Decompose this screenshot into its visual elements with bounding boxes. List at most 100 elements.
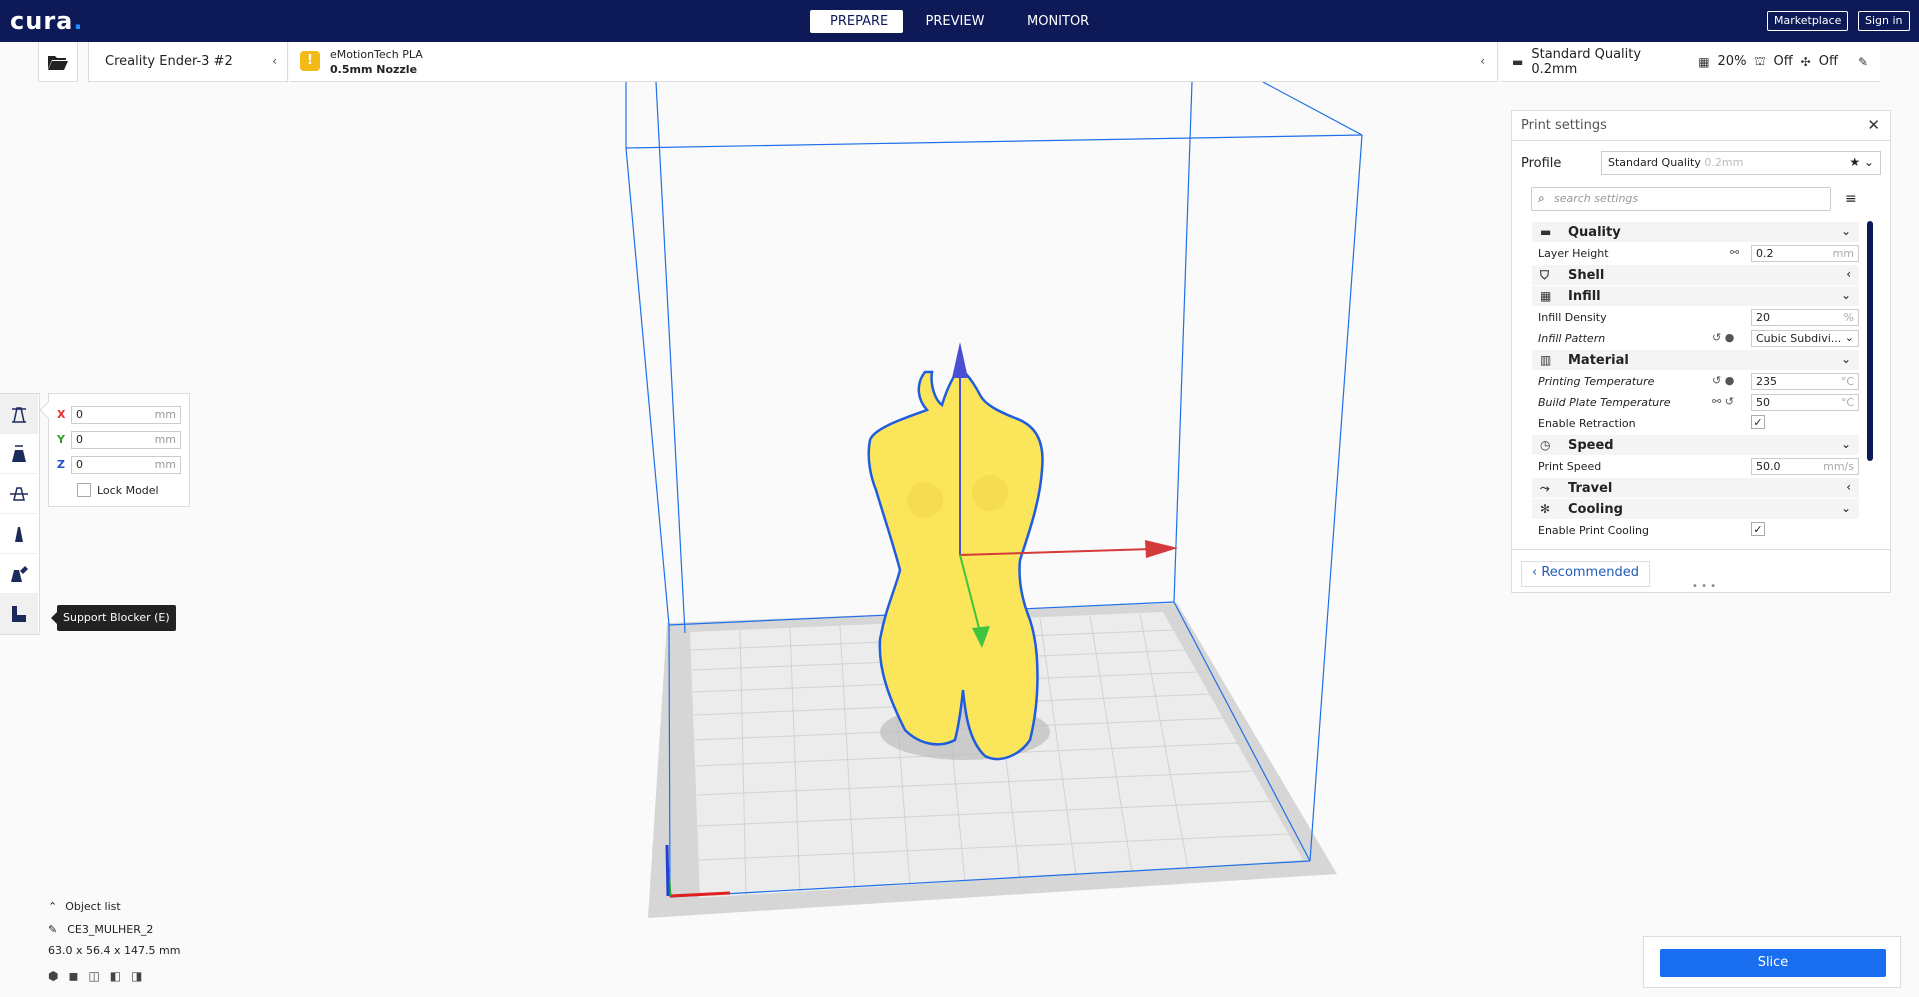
setting-enable-retraction: Enable Retraction ✓ — [1532, 413, 1859, 434]
resize-grip-icon[interactable]: • • • — [1692, 581, 1716, 592]
view-right-icon[interactable]: ◨ — [131, 969, 142, 983]
object-list: ⌃ Object list ✎ CE3_MULHER_2 63.0 x 56.4… — [48, 900, 180, 983]
mirror-tool-button[interactable] — [0, 514, 38, 554]
origin-z-axis — [665, 844, 670, 897]
infill-density-input[interactable]: 20% — [1751, 309, 1859, 326]
reset-info-icon[interactable]: ↺ ● — [1712, 374, 1734, 387]
settings-menu-icon[interactable]: ≡ — [1845, 191, 1857, 207]
material-selector[interactable]: ! eMotionTech PLA 0.5mm Nozzle ‹ — [290, 42, 1498, 82]
stage-tabs: PREPARE PREVIEW MONITOR — [810, 10, 1107, 33]
chevron-down-icon: ⌄ — [1840, 501, 1851, 515]
material-icon: ▥ — [1540, 353, 1552, 367]
setting-build-plate-temperature: Build Plate Temperature ⚯ ↺ 50 °C — [1532, 392, 1859, 413]
setting-infill-pattern: Infill Pattern ↺ ● Cubic Subdivi... ⌄ — [1532, 328, 1859, 349]
object-list-toggle[interactable]: ⌃ Object list — [48, 900, 180, 913]
torso-shading — [972, 475, 1008, 511]
x-input[interactable]: 0 mm — [71, 405, 181, 424]
view-left-icon[interactable]: ◧ — [110, 969, 121, 983]
print-settings-summary[interactable]: ▬ Standard Quality 0.2mm ▦ 20% ⛫ Off ✣ O… — [1500, 42, 1880, 82]
open-file-button[interactable] — [38, 42, 78, 82]
chevron-left-icon: ‹ — [272, 54, 277, 68]
slice-panel: Slice — [1643, 936, 1901, 988]
support-blocker-button[interactable] — [0, 594, 38, 634]
support-summary: Off — [1773, 54, 1793, 69]
material-name: eMotionTech PLA — [330, 48, 423, 61]
layer-height-input[interactable]: 0.2 mm — [1751, 245, 1859, 262]
reset-info-icon[interactable]: ↺ ● — [1712, 331, 1734, 344]
shell-icon: ⛉ — [1540, 267, 1550, 282]
profile-dropdown[interactable]: Standard Quality 0.2mm ★ ⌄ — [1601, 151, 1881, 175]
category-infill[interactable]: ▦ Infill ⌄ — [1532, 286, 1859, 306]
star-chevron-icon: ★ ⌄ — [1849, 155, 1874, 169]
view-front-icon[interactable]: ◼ — [68, 969, 78, 983]
infill-summary: 20% — [1717, 54, 1747, 69]
slice-button[interactable]: Slice — [1660, 949, 1886, 977]
torso-shading — [907, 482, 943, 518]
support-icon: ⛫ — [1754, 53, 1766, 68]
chevron-down-icon: ⌄ — [1840, 288, 1851, 302]
chevron-left-icon: ‹ — [1846, 480, 1851, 494]
profile-label: Profile — [1521, 155, 1562, 171]
move-tool-button[interactable] — [0, 394, 38, 434]
enable-print-cooling-checkbox[interactable]: ✓ — [1751, 522, 1765, 536]
tab-prepare[interactable]: PREPARE — [810, 10, 903, 33]
settings-scrollbar[interactable] — [1867, 221, 1873, 461]
build-plate-temperature-input[interactable]: 50 °C — [1751, 394, 1859, 411]
category-shell[interactable]: ⛉ Shell ‹ — [1532, 265, 1859, 285]
gizmo-x-arrow[interactable] — [1145, 540, 1178, 558]
fan-icon: ✻ — [1540, 502, 1551, 516]
print-settings-panel: Print settings ✕ Profile Standard Qualit… — [1511, 110, 1891, 593]
search-icon: ⌕ — [1538, 191, 1545, 205]
marketplace-button[interactable]: Marketplace — [1767, 11, 1849, 31]
print-speed-input[interactable]: 50.0 mm/s — [1751, 458, 1859, 475]
object-name: CE3_MULHER_2 — [67, 923, 154, 936]
lock-model-label: Lock Model — [97, 483, 159, 497]
chevron-down-icon: ⌄ — [1840, 437, 1851, 451]
support-blocker-icon — [12, 605, 26, 622]
gizmo-z-arrow[interactable] — [952, 342, 968, 378]
pencil-icon[interactable]: ✎ — [48, 923, 57, 936]
close-icon[interactable]: ✕ — [1867, 116, 1880, 134]
tool-tooltip: Support Blocker (E) — [51, 605, 176, 631]
pencil-icon: ✎ — [1857, 54, 1868, 69]
view-3d-icon[interactable]: ⬢ — [48, 969, 58, 983]
chevron-left-icon: ‹ — [1480, 54, 1485, 68]
lock-model-checkbox[interactable] — [77, 483, 91, 497]
nozzle-size: 0.5mm Nozzle — [330, 63, 418, 76]
infill-icon: ▦ — [1698, 54, 1710, 69]
category-quality[interactable]: ▬ Quality ⌄ — [1532, 222, 1859, 242]
chevron-down-icon: ⌄ — [1840, 352, 1851, 366]
signin-button[interactable]: Sign in — [1858, 11, 1910, 31]
link-reset-icon[interactable]: ⚯ ↺ — [1712, 395, 1734, 408]
rotate-tool-button[interactable] — [0, 474, 38, 514]
adhesion-summary: Off — [1818, 54, 1838, 69]
category-speed[interactable]: ◷ Speed ⌄ — [1532, 435, 1859, 455]
enable-retraction-checkbox[interactable]: ✓ — [1751, 415, 1765, 429]
recommended-button[interactable]: ‹ Recommended — [1521, 561, 1650, 587]
per-model-settings-button[interactable] — [0, 554, 38, 594]
z-label: Z — [57, 458, 65, 471]
top-bar: cura. PREPARE PREVIEW MONITOR Marketplac… — [0, 0, 1919, 42]
scale-tool-button[interactable] — [0, 434, 38, 474]
tab-monitor[interactable]: MONITOR — [1007, 10, 1107, 33]
setting-printing-temperature: Printing Temperature ↺ ● 235 °C — [1532, 371, 1859, 392]
chevron-up-icon: ⌃ — [48, 900, 58, 913]
infill-pattern-dropdown[interactable]: Cubic Subdivi... ⌄ — [1751, 330, 1859, 347]
category-material[interactable]: ▥ Material ⌄ — [1532, 350, 1859, 370]
y-input[interactable]: 0 mm — [71, 430, 181, 449]
category-cooling[interactable]: ✻ Cooling ⌄ — [1532, 499, 1859, 519]
view-top-icon[interactable]: ◫ — [88, 969, 99, 983]
printer-selector[interactable]: Creality Ender-3 #2 ‹ — [88, 42, 288, 82]
search-settings-input[interactable]: ⌕ search settings — [1531, 187, 1831, 211]
x-label: X — [57, 408, 66, 421]
torso-model[interactable] — [867, 366, 1044, 761]
printing-temperature-input[interactable]: 235 °C — [1751, 373, 1859, 390]
view-orientation-buttons: ⬢ ◼ ◫ ◧ ◨ — [48, 969, 180, 983]
tab-preview[interactable]: PREVIEW — [903, 10, 1007, 33]
chevron-left-icon: ‹ — [1846, 267, 1851, 281]
chevron-down-icon: ⌄ — [1840, 224, 1851, 238]
scale-icon — [12, 444, 26, 462]
y-label: Y — [57, 433, 65, 446]
z-input[interactable]: 0 mm — [71, 455, 181, 474]
category-travel[interactable]: ⤳ Travel ‹ — [1532, 478, 1859, 498]
